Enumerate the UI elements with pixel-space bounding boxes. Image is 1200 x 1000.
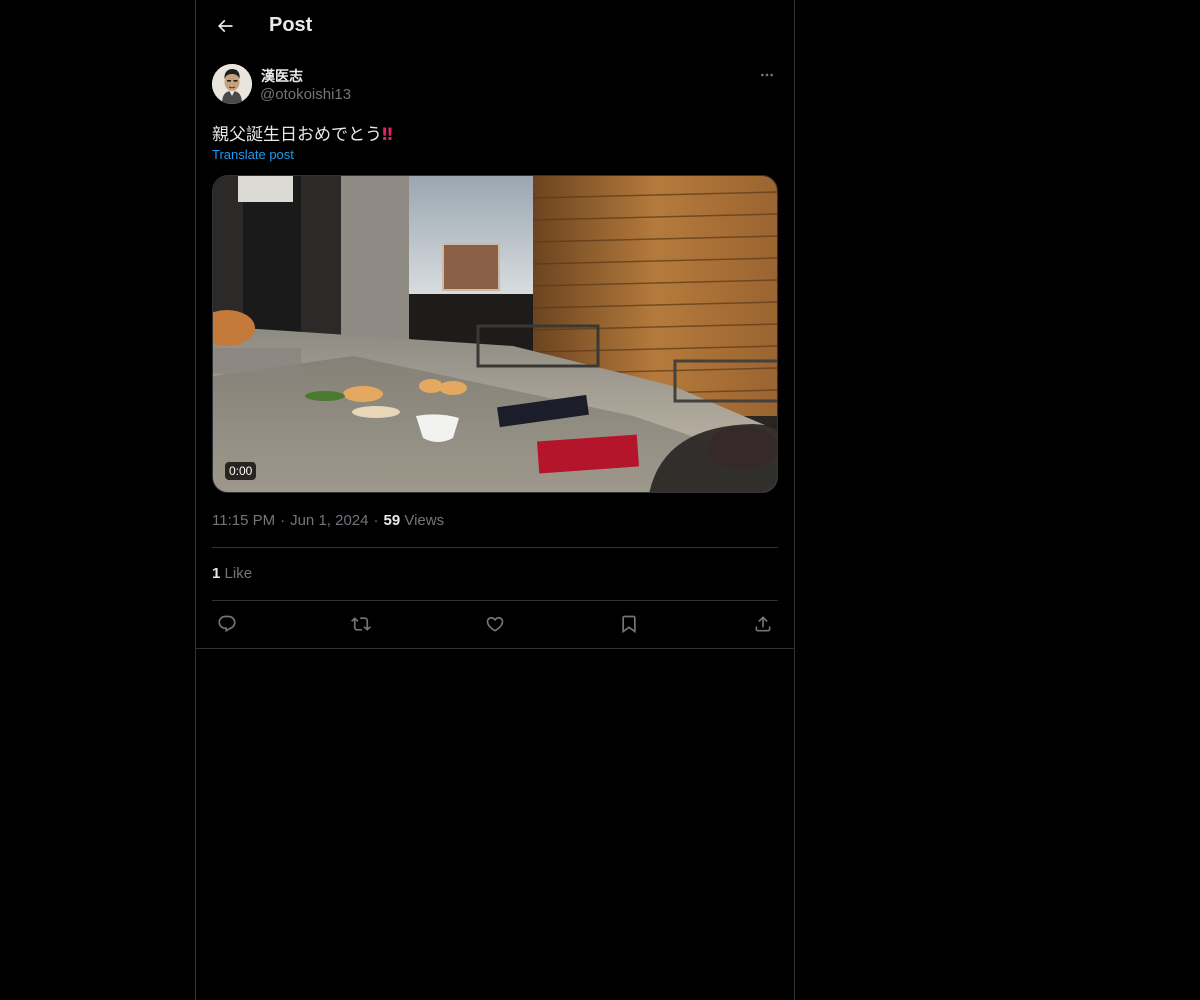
post-author: 漢医志 @otokoishi13	[212, 64, 778, 108]
repost-icon	[351, 617, 371, 631]
post-column: Post 漢医志 @otokoishi13 親父誕生日おめでとう‼ Transl…	[195, 0, 795, 1000]
likes-label: Like	[224, 565, 253, 582]
views-label: Views	[404, 512, 445, 529]
like-icon	[486, 616, 504, 632]
post-video[interactable]: 0:00	[212, 175, 778, 493]
post-metadata: 11:15 PM · Jun 1, 2024 · 59 Views	[212, 512, 444, 529]
post-text: 親父誕生日おめでとう‼	[212, 120, 393, 145]
like-button[interactable]	[480, 609, 510, 639]
avatar[interactable]	[212, 64, 252, 104]
author-name[interactable]: 漢医志	[261, 66, 303, 86]
translate-post-link[interactable]: Translate post	[212, 147, 294, 162]
video-thumbnail	[213, 176, 777, 492]
avatar-portrait-icon	[212, 64, 252, 104]
meta-separator: ·	[280, 512, 286, 529]
arrow-left-icon	[217, 19, 233, 33]
post-time[interactable]: 11:15 PM	[212, 512, 275, 529]
views-count: 59	[383, 512, 401, 529]
likes-summary[interactable]: 1 Like	[212, 565, 252, 582]
author-handle[interactable]: @otokoishi13	[260, 86, 351, 103]
double-exclamation-emoji: ‼	[382, 125, 393, 145]
divider	[212, 600, 778, 601]
back-button[interactable]	[208, 9, 242, 43]
post-bottom-border	[196, 648, 794, 649]
post-body: 親父誕生日おめでとう	[212, 125, 382, 145]
share-icon	[755, 616, 771, 632]
page-title: Post	[269, 14, 313, 36]
share-button[interactable]	[748, 609, 778, 639]
reply-button[interactable]	[212, 609, 242, 639]
more-options-button[interactable]	[756, 64, 778, 86]
repost-button[interactable]	[346, 609, 376, 639]
meta-separator: ·	[373, 512, 379, 529]
post-date[interactable]: Jun 1, 2024	[290, 512, 368, 529]
divider	[212, 547, 778, 548]
reply-icon	[218, 615, 236, 633]
likes-count: 1	[212, 565, 221, 582]
post-actions	[212, 609, 778, 639]
post-header: Post	[196, 0, 794, 53]
bookmark-button[interactable]	[614, 609, 644, 639]
video-duration-badge: 0:00	[225, 462, 257, 480]
more-horizontal-icon	[761, 73, 773, 77]
bookmark-icon	[622, 615, 636, 634]
